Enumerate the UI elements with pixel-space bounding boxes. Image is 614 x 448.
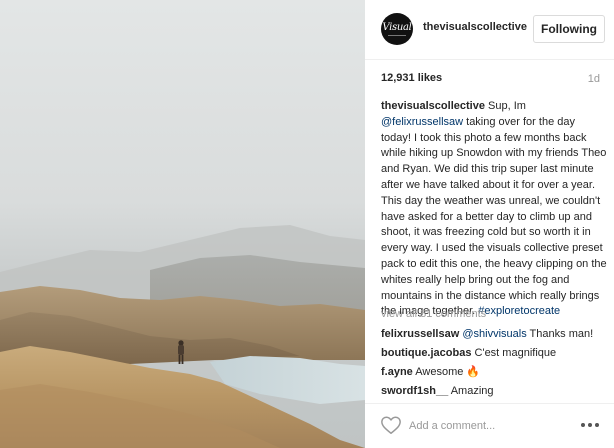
avatar-underline	[388, 35, 406, 36]
comment-text: Thanks man!	[526, 328, 594, 340]
post-photo[interactable]	[0, 0, 365, 448]
post-header: Visual thevisualscollective Following	[365, 0, 614, 60]
caption-hashtag[interactable]: #exploretocreate	[478, 305, 560, 317]
heart-icon[interactable]	[380, 414, 402, 436]
post-caption: thevisualscollective Sup, Im @felixrusse…	[381, 99, 607, 320]
comment-item: felixrussellsaw @shivvisuals Thanks man!	[381, 327, 607, 346]
caption-author[interactable]: thevisualscollective	[381, 100, 485, 112]
comment-author[interactable]: swordf1sh__	[381, 385, 448, 397]
caption-intro: Sup, Im	[484, 100, 526, 112]
comment-text: C'est magnifique	[471, 347, 557, 359]
comment-text: Amazing	[448, 385, 494, 397]
post-time[interactable]: 1d	[588, 73, 600, 85]
likes-count[interactable]: 12,931 likes	[381, 72, 442, 84]
comment-footer	[365, 403, 614, 448]
comments-list: felixrussellsaw @shivvisuals Thanks man!…	[381, 327, 607, 403]
caption-mention[interactable]: @felixrussellsaw	[381, 116, 463, 128]
dot	[581, 423, 585, 427]
comment-author[interactable]: felixrussellsaw	[381, 328, 459, 340]
comment-mention[interactable]: @shivvisuals	[462, 328, 526, 340]
following-button[interactable]: Following	[533, 15, 605, 43]
avatar-logo-text: Visual	[382, 22, 412, 33]
avatar[interactable]: Visual	[381, 13, 413, 45]
more-options-icon[interactable]	[580, 417, 600, 433]
comment-item: swordf1sh__ Amazing	[381, 384, 607, 403]
comment-text: Awesome 🔥	[412, 366, 481, 378]
comment-item: boutique.jacobas C'est magnifique	[381, 346, 607, 365]
post-side-panel: Visual thevisualscollective Following 12…	[365, 0, 614, 448]
view-all-comments-link[interactable]: view all 81 comments	[381, 308, 486, 320]
add-comment-input[interactable]	[409, 417, 579, 435]
comment-author[interactable]: boutique.jacobas	[381, 347, 471, 359]
comment-item: f.ayne Awesome 🔥	[381, 365, 607, 384]
caption-body: taking over for the day today! I took th…	[381, 115, 607, 318]
dot	[588, 423, 592, 427]
comment-author[interactable]: f.ayne	[381, 366, 413, 378]
dot	[595, 423, 599, 427]
username-link[interactable]: thevisualscollective	[423, 21, 527, 33]
foggy-hillside-image	[0, 0, 365, 448]
